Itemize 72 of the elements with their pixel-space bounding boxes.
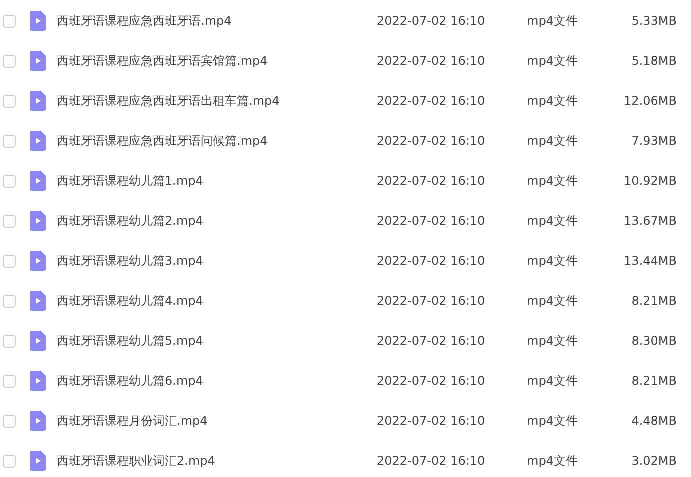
file-size: 3.02MB <box>630 453 677 470</box>
video-file-icon <box>30 331 46 351</box>
checkbox[interactable] <box>3 54 16 68</box>
video-file-icon <box>30 211 46 231</box>
video-file-icon <box>30 91 46 111</box>
video-file-icon <box>30 131 46 151</box>
modified-date: 2022-07-02 16:10 <box>377 413 486 430</box>
checkbox[interactable] <box>3 454 16 468</box>
file-size: 5.33MB <box>630 13 677 30</box>
file-size: 8.21MB <box>630 293 677 310</box>
checkbox[interactable] <box>3 414 16 428</box>
video-file-icon <box>30 451 46 471</box>
file-name: 西班牙语课程月份词汇.mp4 <box>57 413 209 430</box>
file-type: mp4文件 <box>527 373 579 390</box>
checkbox[interactable] <box>3 174 16 188</box>
video-file-icon <box>30 171 46 191</box>
modified-date: 2022-07-02 16:10 <box>377 333 486 350</box>
checkbox[interactable] <box>3 134 16 148</box>
video-file-icon <box>30 371 46 391</box>
modified-date: 2022-07-02 16:10 <box>377 13 486 30</box>
modified-date: 2022-07-02 16:10 <box>377 213 486 230</box>
video-file-icon <box>30 11 46 31</box>
file-name: 西班牙语课程应急西班牙语.mp4 <box>57 13 233 30</box>
checkbox[interactable] <box>3 254 16 268</box>
file-name: 西班牙语课程幼儿篇3.mp4 <box>57 253 204 270</box>
file-name: 西班牙语课程应急西班牙语出租车篇.mp4 <box>57 93 281 110</box>
file-type: mp4文件 <box>527 253 579 270</box>
checkbox[interactable] <box>3 294 16 308</box>
file-size: 12.06MB <box>623 93 677 110</box>
file-name: 西班牙语课程幼儿篇1.mp4 <box>57 173 204 190</box>
modified-date: 2022-07-02 16:10 <box>377 53 486 70</box>
checkbox[interactable] <box>3 334 16 348</box>
checkbox[interactable] <box>3 94 16 108</box>
video-file-icon <box>30 51 46 71</box>
file-name: 西班牙语课程幼儿篇6.mp4 <box>57 373 204 390</box>
video-file-icon <box>30 411 46 431</box>
file-size: 13.67MB <box>623 213 677 230</box>
file-type: mp4文件 <box>527 453 579 470</box>
file-type: mp4文件 <box>527 333 579 350</box>
file-type: mp4文件 <box>527 133 579 150</box>
file-type: mp4文件 <box>527 293 579 310</box>
file-size: 8.30MB <box>630 333 677 350</box>
video-file-icon <box>30 291 46 311</box>
file-size: 10.92MB <box>623 173 677 190</box>
file-size: 5.18MB <box>630 53 677 70</box>
checkbox[interactable] <box>3 374 16 388</box>
checkbox[interactable] <box>3 14 16 28</box>
file-type: mp4文件 <box>527 413 579 430</box>
file-type: mp4文件 <box>527 173 579 190</box>
modified-date: 2022-07-02 16:10 <box>377 173 486 190</box>
file-name: 西班牙语课程幼儿篇4.mp4 <box>57 293 204 310</box>
file-name: 西班牙语课程职业词汇2.mp4 <box>57 453 216 470</box>
video-file-icon <box>30 251 46 271</box>
modified-date: 2022-07-02 16:10 <box>377 453 486 470</box>
modified-date: 2022-07-02 16:10 <box>377 253 486 270</box>
file-type: mp4文件 <box>527 53 579 70</box>
modified-date: 2022-07-02 16:10 <box>377 293 486 310</box>
file-size: 4.48MB <box>630 413 677 430</box>
modified-date: 2022-07-02 16:10 <box>377 133 486 150</box>
file-type: mp4文件 <box>527 213 579 230</box>
file-type: mp4文件 <box>527 93 579 110</box>
modified-date: 2022-07-02 16:10 <box>377 93 486 110</box>
file-size: 8.21MB <box>630 373 677 390</box>
file-size: 7.93MB <box>630 133 677 150</box>
file-type: mp4文件 <box>527 13 579 30</box>
file-name: 西班牙语课程幼儿篇2.mp4 <box>57 213 204 230</box>
file-size: 13.44MB <box>623 253 677 270</box>
file-name: 西班牙语课程应急西班牙语宾馆篇.mp4 <box>57 53 269 70</box>
checkbox[interactable] <box>3 214 16 228</box>
file-name: 西班牙语课程应急西班牙语问候篇.mp4 <box>57 133 269 150</box>
file-name: 西班牙语课程幼儿篇5.mp4 <box>57 333 204 350</box>
modified-date: 2022-07-02 16:10 <box>377 373 486 390</box>
